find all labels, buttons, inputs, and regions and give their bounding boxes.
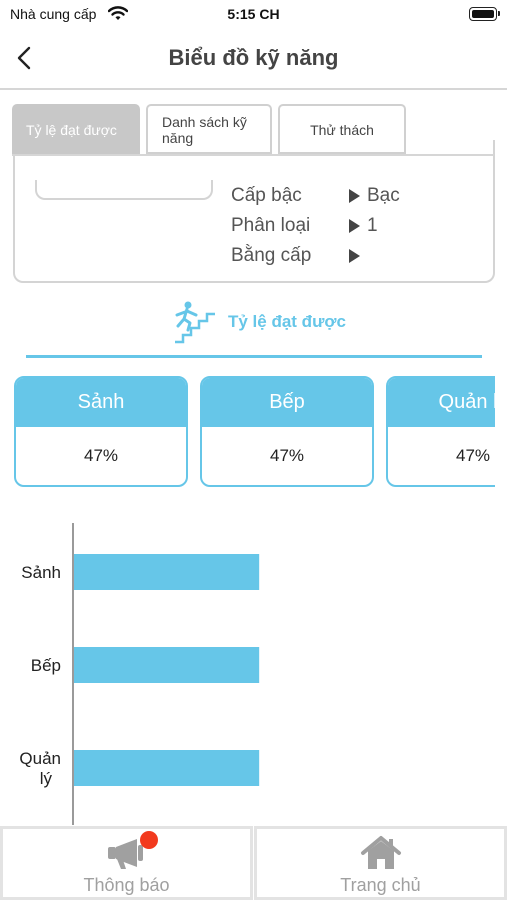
y-tick-label: Quản lý (19, 749, 61, 788)
stairs-runner-icon (175, 301, 215, 344)
skill-bar-chart: Sảnh Bếp Quản lý (0, 520, 507, 825)
category-card-lobby[interactable]: Sảnh 47% (14, 376, 188, 487)
triangle-right-icon (349, 219, 360, 233)
tab-bar: Tỷ lệ đạt được Danh sách kỹ năng Thử thá… (12, 104, 494, 156)
nav-label: Trang chủ (340, 875, 421, 895)
chart-bar (74, 554, 260, 590)
notification-badge (140, 831, 158, 849)
category-card-title: Bếp (202, 378, 372, 427)
y-tick-label: Sảnh (21, 563, 61, 582)
category-cards-carousel[interactable]: Sảnh 47% Bếp 47% Quản lý 47% (12, 376, 495, 488)
section-divider (26, 355, 482, 358)
category-card-percent: 47% (83, 446, 119, 465)
battery-icon (469, 7, 500, 21)
status-bar: Nhà cung cấp 5:15 CH (0, 0, 507, 30)
app-header: Biểu đồ kỹ năng (0, 30, 507, 90)
avatar-frame (35, 180, 213, 200)
category-card-management[interactable]: Quản lý 47% (386, 376, 495, 487)
category-card-percent: 47% (455, 446, 491, 465)
section-header: Tỷ lệ đạt được (0, 300, 507, 344)
chart-bar (74, 750, 260, 786)
profile-info-card: Cấp bậc Bạc Phân loại 1 Bằng cấp (13, 140, 495, 283)
info-label: Phân loại (231, 215, 311, 236)
tab-skill-list[interactable]: Danh sách kỹ năng (146, 104, 272, 154)
bottom-nav: Thông báo Trang chủ (0, 826, 507, 900)
triangle-right-icon (349, 189, 360, 203)
nav-home[interactable]: Trang chủ (254, 826, 507, 900)
triangle-right-icon (349, 249, 360, 263)
info-label: Bằng cấp (231, 245, 312, 266)
bar-chart-svg: Sảnh Bếp Quản lý (19, 523, 260, 825)
y-tick-label: Bếp (31, 656, 61, 675)
tab-challenges[interactable]: Thử thách (278, 104, 406, 154)
status-time: 5:15 CH (227, 6, 280, 22)
category-card-percent: 47% (269, 446, 305, 465)
category-card-kitchen[interactable]: Bếp 47% (200, 376, 374, 487)
info-label: Cấp bậc (231, 185, 302, 206)
chart-bar (74, 647, 260, 683)
info-value: Bạc (367, 185, 400, 206)
category-card-title: Quản lý (388, 378, 495, 427)
tab-achievement-rate[interactable]: Tỷ lệ đạt được (12, 104, 140, 154)
section-title: Tỷ lệ đạt được (228, 312, 346, 331)
nav-notifications[interactable]: Thông báo (0, 826, 253, 900)
nav-label: Thông báo (83, 875, 170, 895)
info-value: 1 (367, 215, 378, 236)
home-icon (360, 836, 401, 869)
category-card-title: Sảnh (16, 378, 186, 427)
page-title: Biểu đồ kỹ năng (168, 45, 339, 70)
